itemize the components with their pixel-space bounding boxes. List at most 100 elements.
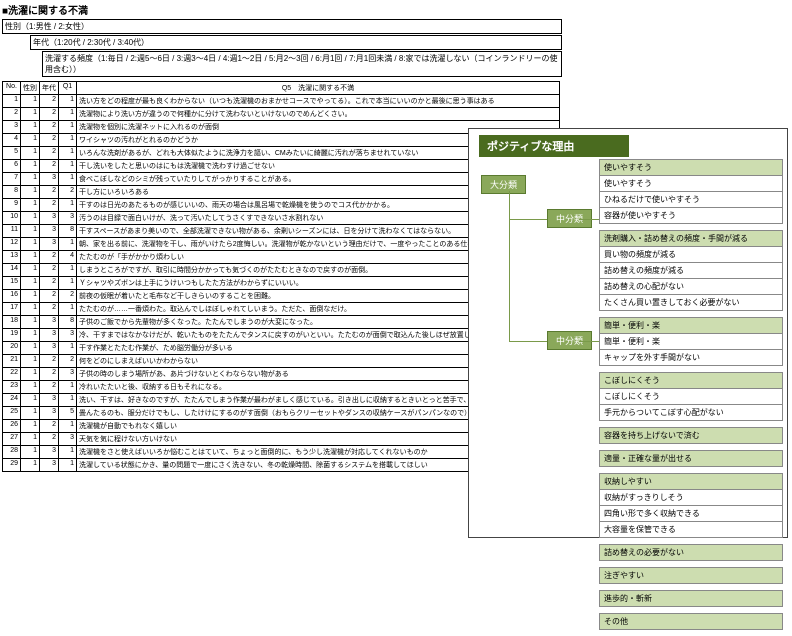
cell-age: 3 [40, 342, 59, 355]
cell-sex: 1 [21, 264, 40, 277]
cell-q1: 1 [59, 446, 77, 459]
section-title: ■洗濯に関する不満 [2, 2, 562, 17]
cell-q1: 1 [59, 303, 77, 316]
cell-no: 25 [3, 407, 21, 420]
col-q5: Q5 洗濯に関する不満 [77, 82, 560, 95]
group-item: たくさん買い置きしておく必要がない [599, 295, 783, 311]
cell-age: 3 [40, 459, 59, 472]
cell-age: 3 [40, 446, 59, 459]
table-row: 1121洗い方をどの程度が最も良くわからない（いつも洗濯機のおまかせコースでやっ… [3, 95, 560, 108]
cell-q1: 1 [59, 160, 77, 173]
cell-no: 1 [3, 95, 21, 108]
cell-sex: 1 [21, 134, 40, 147]
cell-sex: 1 [21, 225, 40, 238]
cell-q1: 1 [59, 342, 77, 355]
group-item: ひねるだけで使いやすそう [599, 192, 783, 208]
cell-age: 2 [40, 381, 59, 394]
cell-no: 5 [3, 147, 21, 160]
cell-sex: 1 [21, 342, 40, 355]
cell-age: 2 [40, 290, 59, 303]
tree-line [509, 219, 547, 220]
group-head: 収納しやすい [599, 473, 783, 490]
table-header: No. 性別 年代 Q1 Q5 洗濯に関する不満 [3, 82, 560, 95]
cell-age: 2 [40, 420, 59, 433]
group-head: こぼしにくそう [599, 372, 783, 389]
cell-no: 8 [3, 186, 21, 199]
group-head: 簡単・便利・楽 [599, 317, 783, 334]
cell-no: 4 [3, 134, 21, 147]
cell-q1: 1 [59, 238, 77, 251]
cell-no: 24 [3, 394, 21, 407]
cell-q1: 1 [59, 264, 77, 277]
cell-age: 2 [40, 199, 59, 212]
cell-age: 2 [40, 121, 59, 134]
cell-no: 22 [3, 368, 21, 381]
cell-age: 2 [40, 134, 59, 147]
cell-no: 9 [3, 199, 21, 212]
cell-sex: 1 [21, 459, 40, 472]
meta-sex: 性別（1:男性 / 2:女性） [2, 19, 562, 34]
cell-no: 14 [3, 264, 21, 277]
group-item: 手元からついてこぼす心配がない [599, 405, 783, 421]
group-head: 適量・正確な量が出せる [599, 450, 783, 467]
cell-sex: 1 [21, 251, 40, 264]
cell-q1: 2 [59, 290, 77, 303]
cell-sex: 1 [21, 121, 40, 134]
cell-q1: 1 [59, 459, 77, 472]
cell-q1: 1 [59, 147, 77, 160]
cell-no: 3 [3, 121, 21, 134]
group-item: 容器が使いやすそう [599, 208, 783, 224]
cell-sex: 1 [21, 420, 40, 433]
cell-no: 21 [3, 355, 21, 368]
cell-q5: 洗濯物により洗い方が違うので何種かに分けて洗わないといけないのでめんどくさい。 [77, 108, 560, 121]
group-item: こぼしにくそう [599, 389, 783, 405]
cell-q5: 洗い方をどの程度が最も良くわからない（いつも洗濯機のおまかせコースでやってる）。… [77, 95, 560, 108]
meta-freq: 洗濯する頻度（1:毎日 / 2:週5～6日 / 3:週3～4日 / 4:週1～2… [42, 51, 562, 77]
group-item: 収納がすっきりしそう [599, 490, 783, 506]
right-panel: ポジティブな理由 大分類 中分類 中分類 使いやすそう使いやすそうひねるだけで使… [468, 128, 788, 538]
group-head: 進歩的・斬新 [599, 590, 783, 607]
cell-q1: 1 [59, 173, 77, 186]
cell-no: 15 [3, 277, 21, 290]
group-head: 使いやすそう [599, 159, 783, 176]
cell-no: 29 [3, 459, 21, 472]
cell-sex: 1 [21, 160, 40, 173]
cell-age: 3 [40, 238, 59, 251]
cell-sex: 1 [21, 108, 40, 121]
cell-q1: 4 [59, 251, 77, 264]
cell-no: 16 [3, 290, 21, 303]
cell-age: 3 [40, 316, 59, 329]
cell-no: 17 [3, 303, 21, 316]
cell-sex: 1 [21, 290, 40, 303]
tree-line [509, 341, 547, 342]
cell-no: 6 [3, 160, 21, 173]
cell-q1: 5 [59, 407, 77, 420]
group-item: 詰め替えの心配がない [599, 279, 783, 295]
col-q1: Q1 [59, 82, 77, 95]
group-list: 使いやすそう使いやすそうひねるだけで使いやすそう容器が使いやすそう洗剤購入・詰め… [599, 159, 783, 636]
cell-sex: 1 [21, 316, 40, 329]
cell-no: 27 [3, 433, 21, 446]
cell-no: 7 [3, 173, 21, 186]
cell-sex: 1 [21, 186, 40, 199]
cell-sex: 1 [21, 199, 40, 212]
group-item: キャップを外す手間がない [599, 350, 783, 366]
cell-q1: 3 [59, 368, 77, 381]
cell-age: 3 [40, 173, 59, 186]
cell-q1: 3 [59, 433, 77, 446]
cell-age: 2 [40, 160, 59, 173]
cell-age: 3 [40, 212, 59, 225]
cell-no: 11 [3, 225, 21, 238]
cell-q1: 2 [59, 355, 77, 368]
cell-q1: 1 [59, 277, 77, 290]
cell-q1: 1 [59, 121, 77, 134]
cell-q1: 8 [59, 316, 77, 329]
cell-q1: 1 [59, 108, 77, 121]
cell-q1: 1 [59, 420, 77, 433]
cell-q1: 3 [59, 212, 77, 225]
cell-sex: 1 [21, 368, 40, 381]
tree-line [509, 191, 510, 341]
table-row: 2121洗濯物により洗い方が違うので何種かに分けて洗わないといけないのでめんどく… [3, 108, 560, 121]
cell-q1: 1 [59, 394, 77, 407]
cell-age: 2 [40, 251, 59, 264]
